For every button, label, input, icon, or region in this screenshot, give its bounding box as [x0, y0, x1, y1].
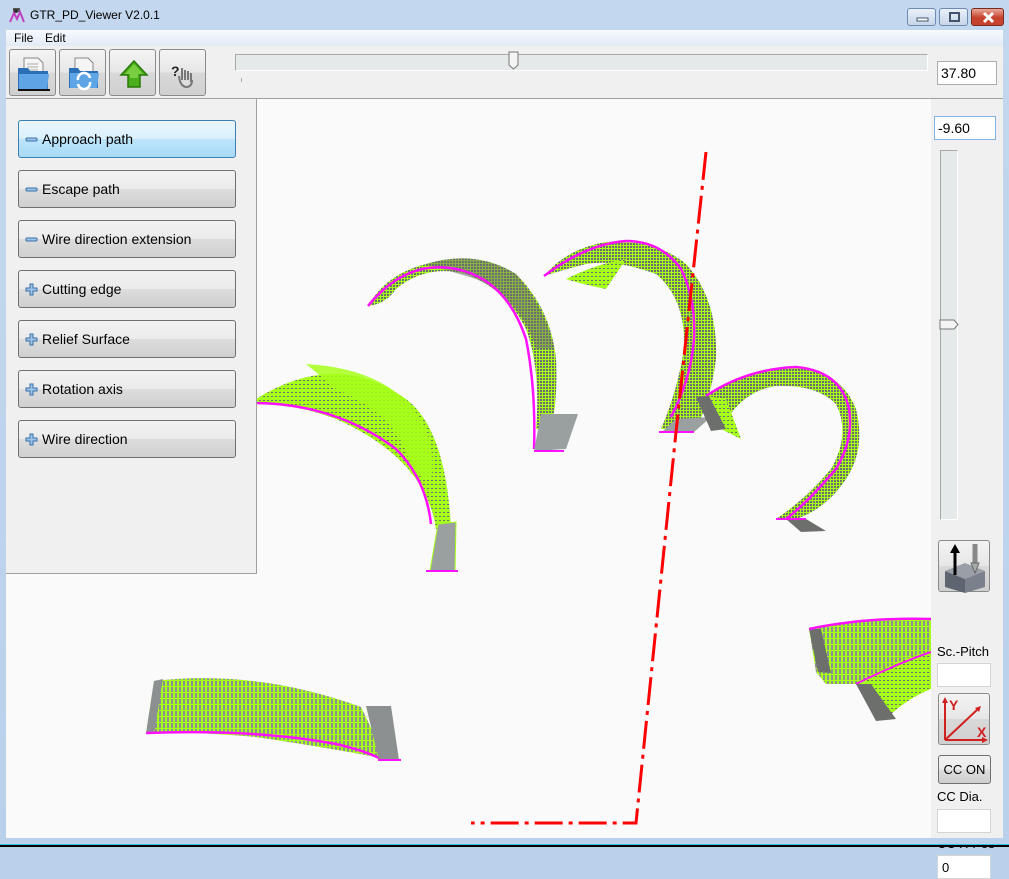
- screw-pitch-field[interactable]: [937, 663, 991, 687]
- cc-on-button[interactable]: CC ON: [938, 755, 991, 784]
- toolbar: ? 37.80: [6, 46, 1003, 99]
- category-label: Wire direction: [42, 431, 128, 447]
- category-label: Rotation axis: [42, 381, 123, 397]
- cc-dia-label: CC Dia.: [937, 789, 983, 804]
- helix-surface-1: [255, 364, 458, 572]
- category-relief-surface-button[interactable]: Relief Surface: [18, 320, 236, 358]
- category-approach-path-button[interactable]: Approach path: [18, 120, 236, 158]
- helix-surface-4: [696, 365, 860, 532]
- category-label: Cutting edge: [42, 281, 122, 297]
- collapse-minus-icon: [25, 137, 38, 142]
- minimize-button[interactable]: [907, 8, 936, 26]
- 3d-viewport[interactable]: Approach path Escape path Wire direction e…: [6, 99, 931, 838]
- vertical-slider-thumb[interactable]: [939, 319, 959, 330]
- vertical-slider-track[interactable]: [940, 150, 958, 520]
- collapse-minus-icon: [25, 187, 38, 192]
- cc-dia-field[interactable]: [937, 809, 991, 833]
- menu-file[interactable]: File: [14, 31, 33, 45]
- vertical-value-field[interactable]: -9.60: [934, 116, 996, 140]
- close-button[interactable]: [971, 8, 1004, 26]
- app-logo-icon: [9, 8, 25, 23]
- category-escape-path-button[interactable]: Escape path: [18, 170, 236, 208]
- cc-xpos-field[interactable]: 0: [937, 855, 991, 879]
- svg-text:X: X: [977, 724, 987, 740]
- open-file-button[interactable]: [9, 49, 56, 96]
- screw-pitch-label: Sc.-Pitch: [937, 644, 990, 659]
- folder-refresh-icon: [69, 57, 99, 91]
- category-cutting-edge-button[interactable]: Cutting edge: [18, 270, 236, 308]
- menu-edit[interactable]: Edit: [45, 31, 66, 45]
- expand-plus-icon: [25, 383, 38, 396]
- reload-file-button[interactable]: [59, 49, 106, 96]
- app-window: GTR_PD_Viewer V2.0.1 File Edit ? 37.80 A…: [0, 0, 1009, 879]
- expand-plus-icon: [25, 433, 38, 446]
- green-up-arrow-icon: [119, 59, 149, 88]
- xy-axis-icon: Y X: [942, 697, 988, 743]
- category-label: Approach path: [42, 131, 134, 147]
- helix-surface-3: [543, 239, 717, 433]
- window-title: GTR_PD_Viewer V2.0.1: [30, 8, 160, 22]
- right-control-panel: -9.60 Sc.-Pitch Y X CC ON CC Dia. 0: [931, 99, 1003, 879]
- svg-text:Y: Y: [949, 697, 959, 713]
- helix-surface-5: [145, 678, 401, 761]
- move-up-button[interactable]: [109, 49, 156, 96]
- expand-plus-icon: [25, 333, 38, 346]
- help-pointer-button[interactable]: ?: [159, 49, 206, 96]
- collapse-minus-icon: [25, 237, 38, 242]
- category-wire-direction-extension-button[interactable]: Wire direction extension: [18, 220, 236, 258]
- helix-surface-6: [808, 617, 931, 721]
- axis-view-button[interactable]: Y X: [938, 693, 990, 745]
- slider-tick: [241, 78, 242, 82]
- category-panel: Approach path Escape path Wire direction e…: [6, 99, 257, 574]
- category-wire-direction-button[interactable]: Wire direction: [18, 420, 236, 458]
- expand-plus-icon: [25, 283, 38, 296]
- maximize-button[interactable]: [939, 8, 968, 26]
- horizontal-slider-thumb[interactable]: [508, 51, 519, 70]
- horizontal-value-field[interactable]: 37.80: [937, 61, 997, 85]
- category-label: Escape path: [42, 181, 120, 197]
- window-bottom-border: [0, 838, 1009, 847]
- client-area: ? 37.80 Approach path Escape path Wire d…: [6, 46, 1003, 879]
- hand-question-icon: ?: [171, 63, 193, 89]
- category-rotation-axis-button[interactable]: Rotation axis: [18, 370, 236, 408]
- maximize-icon: [949, 12, 960, 22]
- screw-pitch-button[interactable]: [938, 540, 990, 593]
- horizontal-slider-track[interactable]: [235, 54, 928, 71]
- category-label: Wire direction extension: [42, 231, 192, 247]
- category-label: Relief Surface: [42, 331, 130, 347]
- title-bar[interactable]: GTR_PD_Viewer V2.0.1: [0, 0, 1009, 30]
- folder-document-icon: [18, 57, 50, 91]
- minimize-icon: [916, 17, 929, 22]
- close-icon: [982, 11, 995, 24]
- menu-bar: File Edit: [6, 30, 1003, 46]
- tool-on-block-icon: [945, 544, 985, 593]
